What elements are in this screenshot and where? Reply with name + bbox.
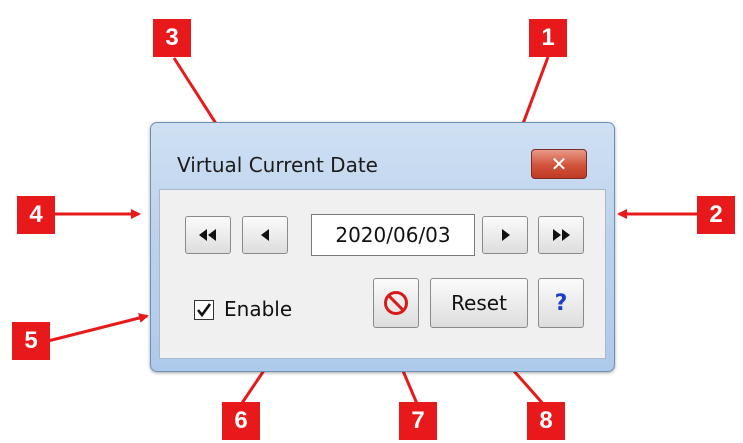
- arrow-5: [47, 313, 149, 343]
- enable-label: Enable: [224, 297, 293, 321]
- callout-7: 7: [399, 402, 437, 440]
- close-icon: ✕: [550, 152, 568, 176]
- left-arrow-icon: [260, 229, 269, 241]
- next-date-button[interactable]: [482, 216, 528, 254]
- window-title: Virtual Current Date: [177, 153, 378, 177]
- callout-1: 1: [529, 19, 567, 57]
- previous-date-button[interactable]: [242, 216, 288, 254]
- help-button[interactable]: ?: [538, 278, 584, 328]
- double-right-arrow-icon: [553, 229, 570, 241]
- help-icon: ?: [554, 290, 568, 316]
- virtual-current-date-dialog: Virtual Current Date ✕ 2020/06/03 Enable…: [150, 122, 615, 372]
- no-symbol-icon: [384, 291, 408, 315]
- dialog-client-area: 2020/06/03 Enable Reset ?: [159, 189, 606, 359]
- first-date-button[interactable]: [185, 216, 231, 254]
- close-button[interactable]: ✕: [531, 149, 587, 179]
- title-bar[interactable]: Virtual Current Date ✕: [151, 123, 614, 189]
- callout-4: 4: [17, 196, 55, 234]
- checkmark-icon: [196, 303, 212, 318]
- right-arrow-icon: [501, 229, 510, 241]
- callout-5: 5: [12, 322, 50, 360]
- reset-button-label: Reset: [451, 291, 507, 315]
- double-left-arrow-icon: [199, 229, 216, 241]
- clear-date-button[interactable]: [373, 278, 419, 328]
- reset-button[interactable]: Reset: [430, 278, 528, 328]
- callout-3: 3: [153, 19, 191, 57]
- last-date-button[interactable]: [538, 216, 584, 254]
- callout-2: 2: [697, 196, 735, 234]
- callout-6: 6: [222, 402, 260, 440]
- callout-8: 8: [527, 402, 565, 440]
- enable-checkbox[interactable]: [194, 300, 214, 320]
- date-field[interactable]: 2020/06/03: [311, 214, 475, 256]
